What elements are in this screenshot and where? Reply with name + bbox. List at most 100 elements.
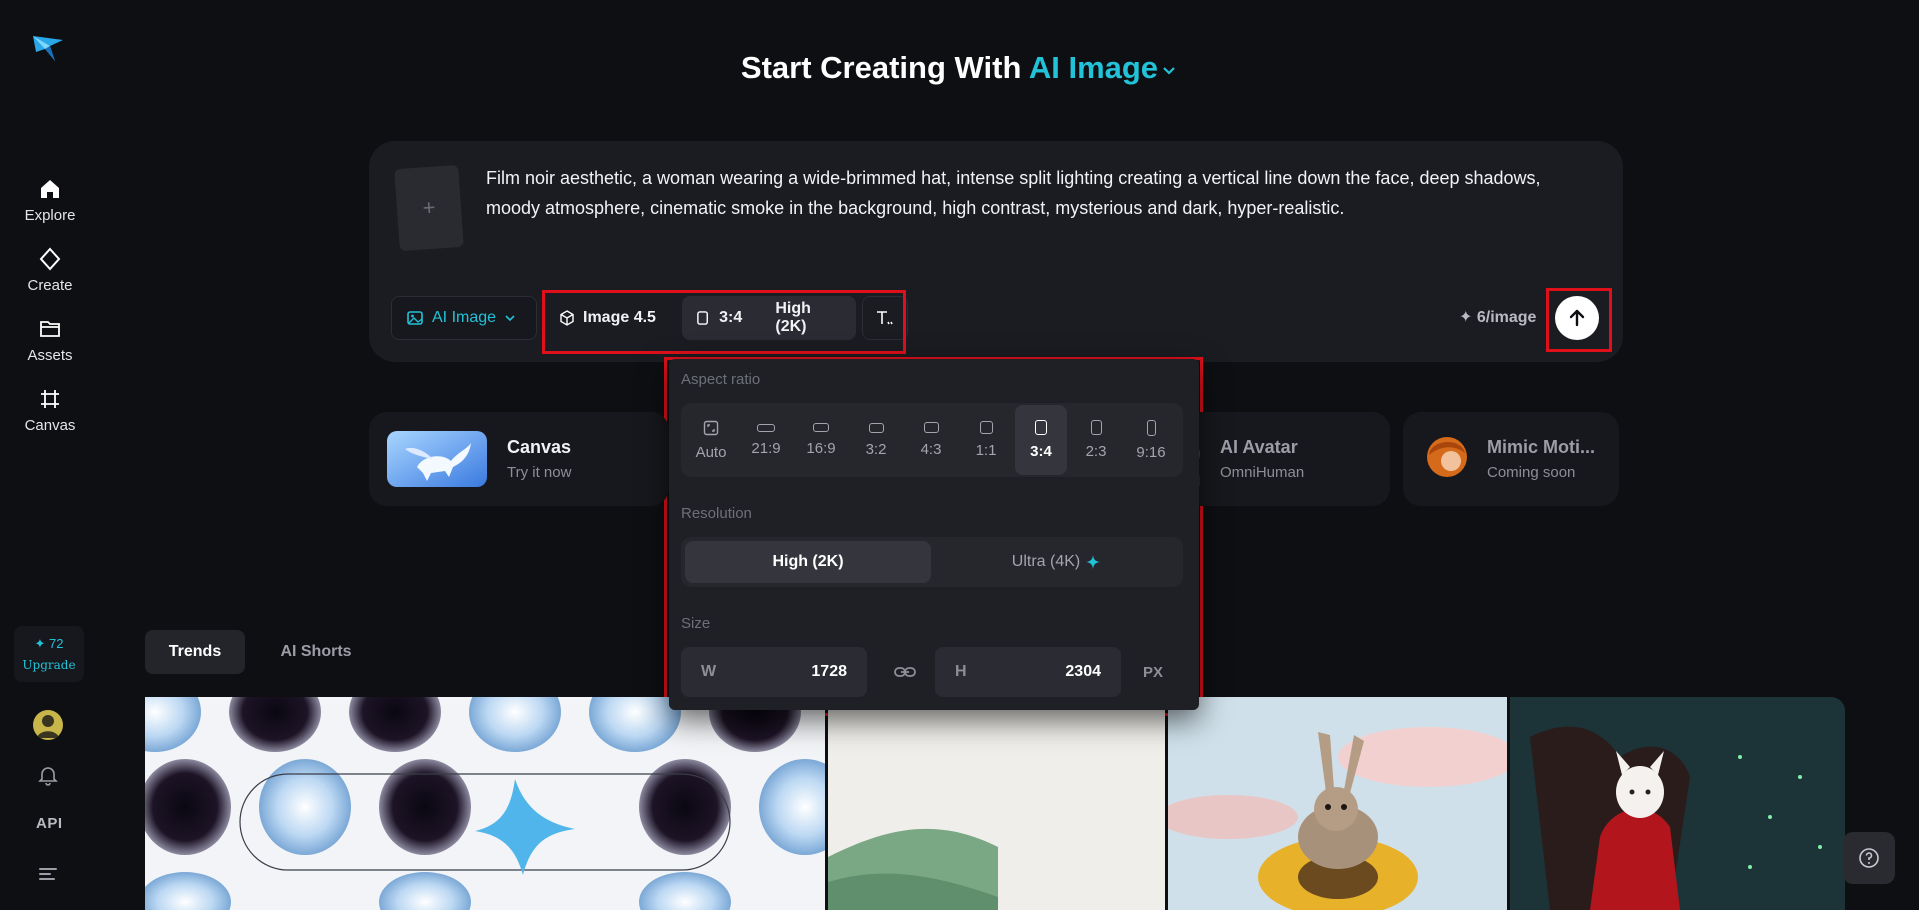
gallery-item[interactable] — [145, 697, 825, 910]
model-selector[interactable]: Image 4.5 — [545, 296, 673, 340]
link-icon[interactable] — [893, 661, 917, 683]
ratio-value: 3:4 — [719, 309, 743, 326]
ratio-option-2-3[interactable]: 2:3 — [1070, 405, 1122, 475]
ratio-option-3-2[interactable]: 3:2 — [850, 405, 902, 475]
height-field-value: 2304 — [1065, 663, 1101, 680]
ratio-option-label: 2:3 — [1085, 443, 1107, 460]
ratio-settings-popover: Aspect ratio Auto 21:9 16:9 3:2 4:3 1:1 — [669, 359, 1199, 710]
width-field-label: W — [701, 663, 717, 680]
sidebar-item-create[interactable]: Create — [10, 240, 90, 300]
feature-subtitle: Try it now — [507, 464, 572, 481]
resolution-option-high[interactable]: High (2K) — [685, 541, 931, 583]
portrait-ratio-icon — [697, 311, 708, 325]
ratio-option-label: Auto — [695, 443, 727, 461]
ratio-shape-icon — [923, 422, 939, 433]
ratio-option-3-4[interactable]: 3:4 — [1015, 405, 1067, 475]
feature-subtitle: Coming soon — [1487, 464, 1576, 481]
question-icon — [1859, 848, 1879, 868]
sparkle-icon — [1086, 555, 1101, 569]
width-field[interactable]: W 1728 — [681, 647, 867, 697]
feature-card-mimic-motion[interactable]: Mimic Moti... Coming soon — [1403, 412, 1619, 506]
plus-icon: + — [421, 194, 437, 221]
upgrade-label: Upgrade — [22, 658, 76, 672]
resolution-options: High (2K) Ultra (4K) — [681, 537, 1183, 587]
avatar[interactable] — [33, 710, 63, 740]
ratio-option-label: 21:9 — [751, 439, 781, 457]
ratio-option-4-3[interactable]: 4:3 — [905, 405, 957, 475]
feature-title: Mimic Moti... — [1487, 437, 1595, 457]
sidebar-item-canvas[interactable]: Canvas — [10, 380, 90, 440]
gallery-item[interactable] — [1510, 697, 1845, 910]
arrow-up-icon — [1569, 309, 1585, 327]
folder-icon — [40, 320, 60, 337]
cost-per-image: ✦ 6/image — [1459, 309, 1537, 326]
chevron-down-icon — [1163, 67, 1175, 75]
upload-image-button[interactable]: + — [394, 164, 464, 252]
sidebar-item-label: Explore — [24, 206, 76, 224]
help-button[interactable] — [1843, 832, 1895, 884]
title-mode-dropdown[interactable]: AI Image — [1029, 50, 1178, 85]
ratio-option-label: 9:16 — [1136, 443, 1166, 461]
feature-title: AI Avatar — [1220, 437, 1298, 457]
ratio-shape-icon — [813, 423, 829, 432]
frame-icon — [41, 389, 59, 408]
ratio-option-label: 1:1 — [975, 442, 997, 459]
title-prefix: Start Creating With — [740, 50, 1022, 85]
ratio-resolution-selector[interactable]: 3:4 High (2K) — [682, 296, 856, 340]
ratio-shape-icon — [979, 421, 993, 434]
home-icon — [41, 179, 59, 198]
upgrade-button[interactable]: ✦ 72 Upgrade — [14, 626, 84, 682]
unit-label: PX — [1143, 664, 1164, 681]
ratio-option-21-9[interactable]: 21:9 — [740, 405, 792, 475]
ratio-option-label: 4:3 — [920, 441, 942, 458]
sidebar-item-label: Canvas — [24, 416, 76, 434]
ratio-option-1-1[interactable]: 1:1 — [960, 405, 1012, 475]
tab-trends[interactable]: Trends — [145, 630, 245, 674]
ratio-option-label: 16:9 — [806, 440, 836, 457]
resolution-value: High (2K) — [775, 300, 811, 335]
auto-ratio-icon — [703, 420, 719, 435]
model-label: Image 4.5 — [583, 309, 656, 326]
diamond-icon — [39, 247, 61, 270]
resolution-option-ultra[interactable]: Ultra (4K) — [933, 541, 1179, 583]
sidebar-item-label: Create — [27, 276, 73, 294]
resolution-option-label: High (2K) — [772, 553, 844, 570]
title-accent: AI Image — [1028, 50, 1159, 85]
height-field[interactable]: H 2304 — [935, 647, 1121, 697]
generate-button[interactable] — [1555, 296, 1599, 340]
ratio-shape-icon — [1035, 420, 1047, 435]
prompt-input[interactable]: Film noir aesthetic, a woman wearing a w… — [486, 163, 1586, 223]
tab-ai-shorts[interactable]: AI Shorts — [266, 630, 366, 674]
ratio-option-auto[interactable]: Auto — [685, 405, 737, 475]
ratio-shape-icon — [757, 423, 775, 432]
sidebar-item-label: Assets — [27, 346, 73, 364]
feature-title: Canvas — [507, 437, 572, 457]
prompt-card: + Film noir aesthetic, a woman wearing a… — [369, 141, 1623, 362]
mode-dropdown[interactable]: AI Image — [391, 296, 537, 340]
ratio-option-16-9[interactable]: 16:9 — [795, 405, 847, 475]
feature-subtitle: OmniHuman — [1220, 464, 1305, 481]
mode-label: AI Image — [432, 309, 497, 326]
user-icon — [37, 715, 59, 738]
menu-icon[interactable] — [38, 866, 58, 882]
mimic-motion-thumbnail — [1421, 431, 1473, 487]
gallery-item[interactable] — [828, 697, 1165, 910]
text-style-button[interactable] — [862, 296, 908, 340]
size-label: Size — [681, 615, 711, 632]
ratio-option-label: 3:2 — [865, 440, 887, 458]
page-title: Start Creating With AI Image — [0, 50, 1919, 86]
sidebar-item-assets[interactable]: Assets — [10, 310, 90, 370]
gallery-item[interactable] — [1168, 697, 1507, 910]
bell-icon[interactable] — [37, 764, 59, 786]
feature-card-canvas[interactable]: Canvas Try it now — [369, 412, 669, 506]
ratio-option-9-16[interactable]: 9:16 — [1125, 405, 1177, 475]
ratio-option-label: 3:4 — [1030, 443, 1052, 460]
aspect-ratio-label: Aspect ratio — [681, 371, 761, 388]
aspect-ratio-options: Auto 21:9 16:9 3:2 4:3 1:1 3:4 2:3 9:16 — [681, 403, 1183, 477]
api-link[interactable]: API — [36, 815, 63, 832]
resolution-label: Resolution — [681, 505, 752, 522]
ratio-shape-icon — [868, 422, 884, 433]
height-field-label: H — [955, 663, 967, 680]
sidebar-item-explore[interactable]: Explore — [10, 170, 90, 230]
ratio-shape-icon — [1090, 420, 1102, 435]
